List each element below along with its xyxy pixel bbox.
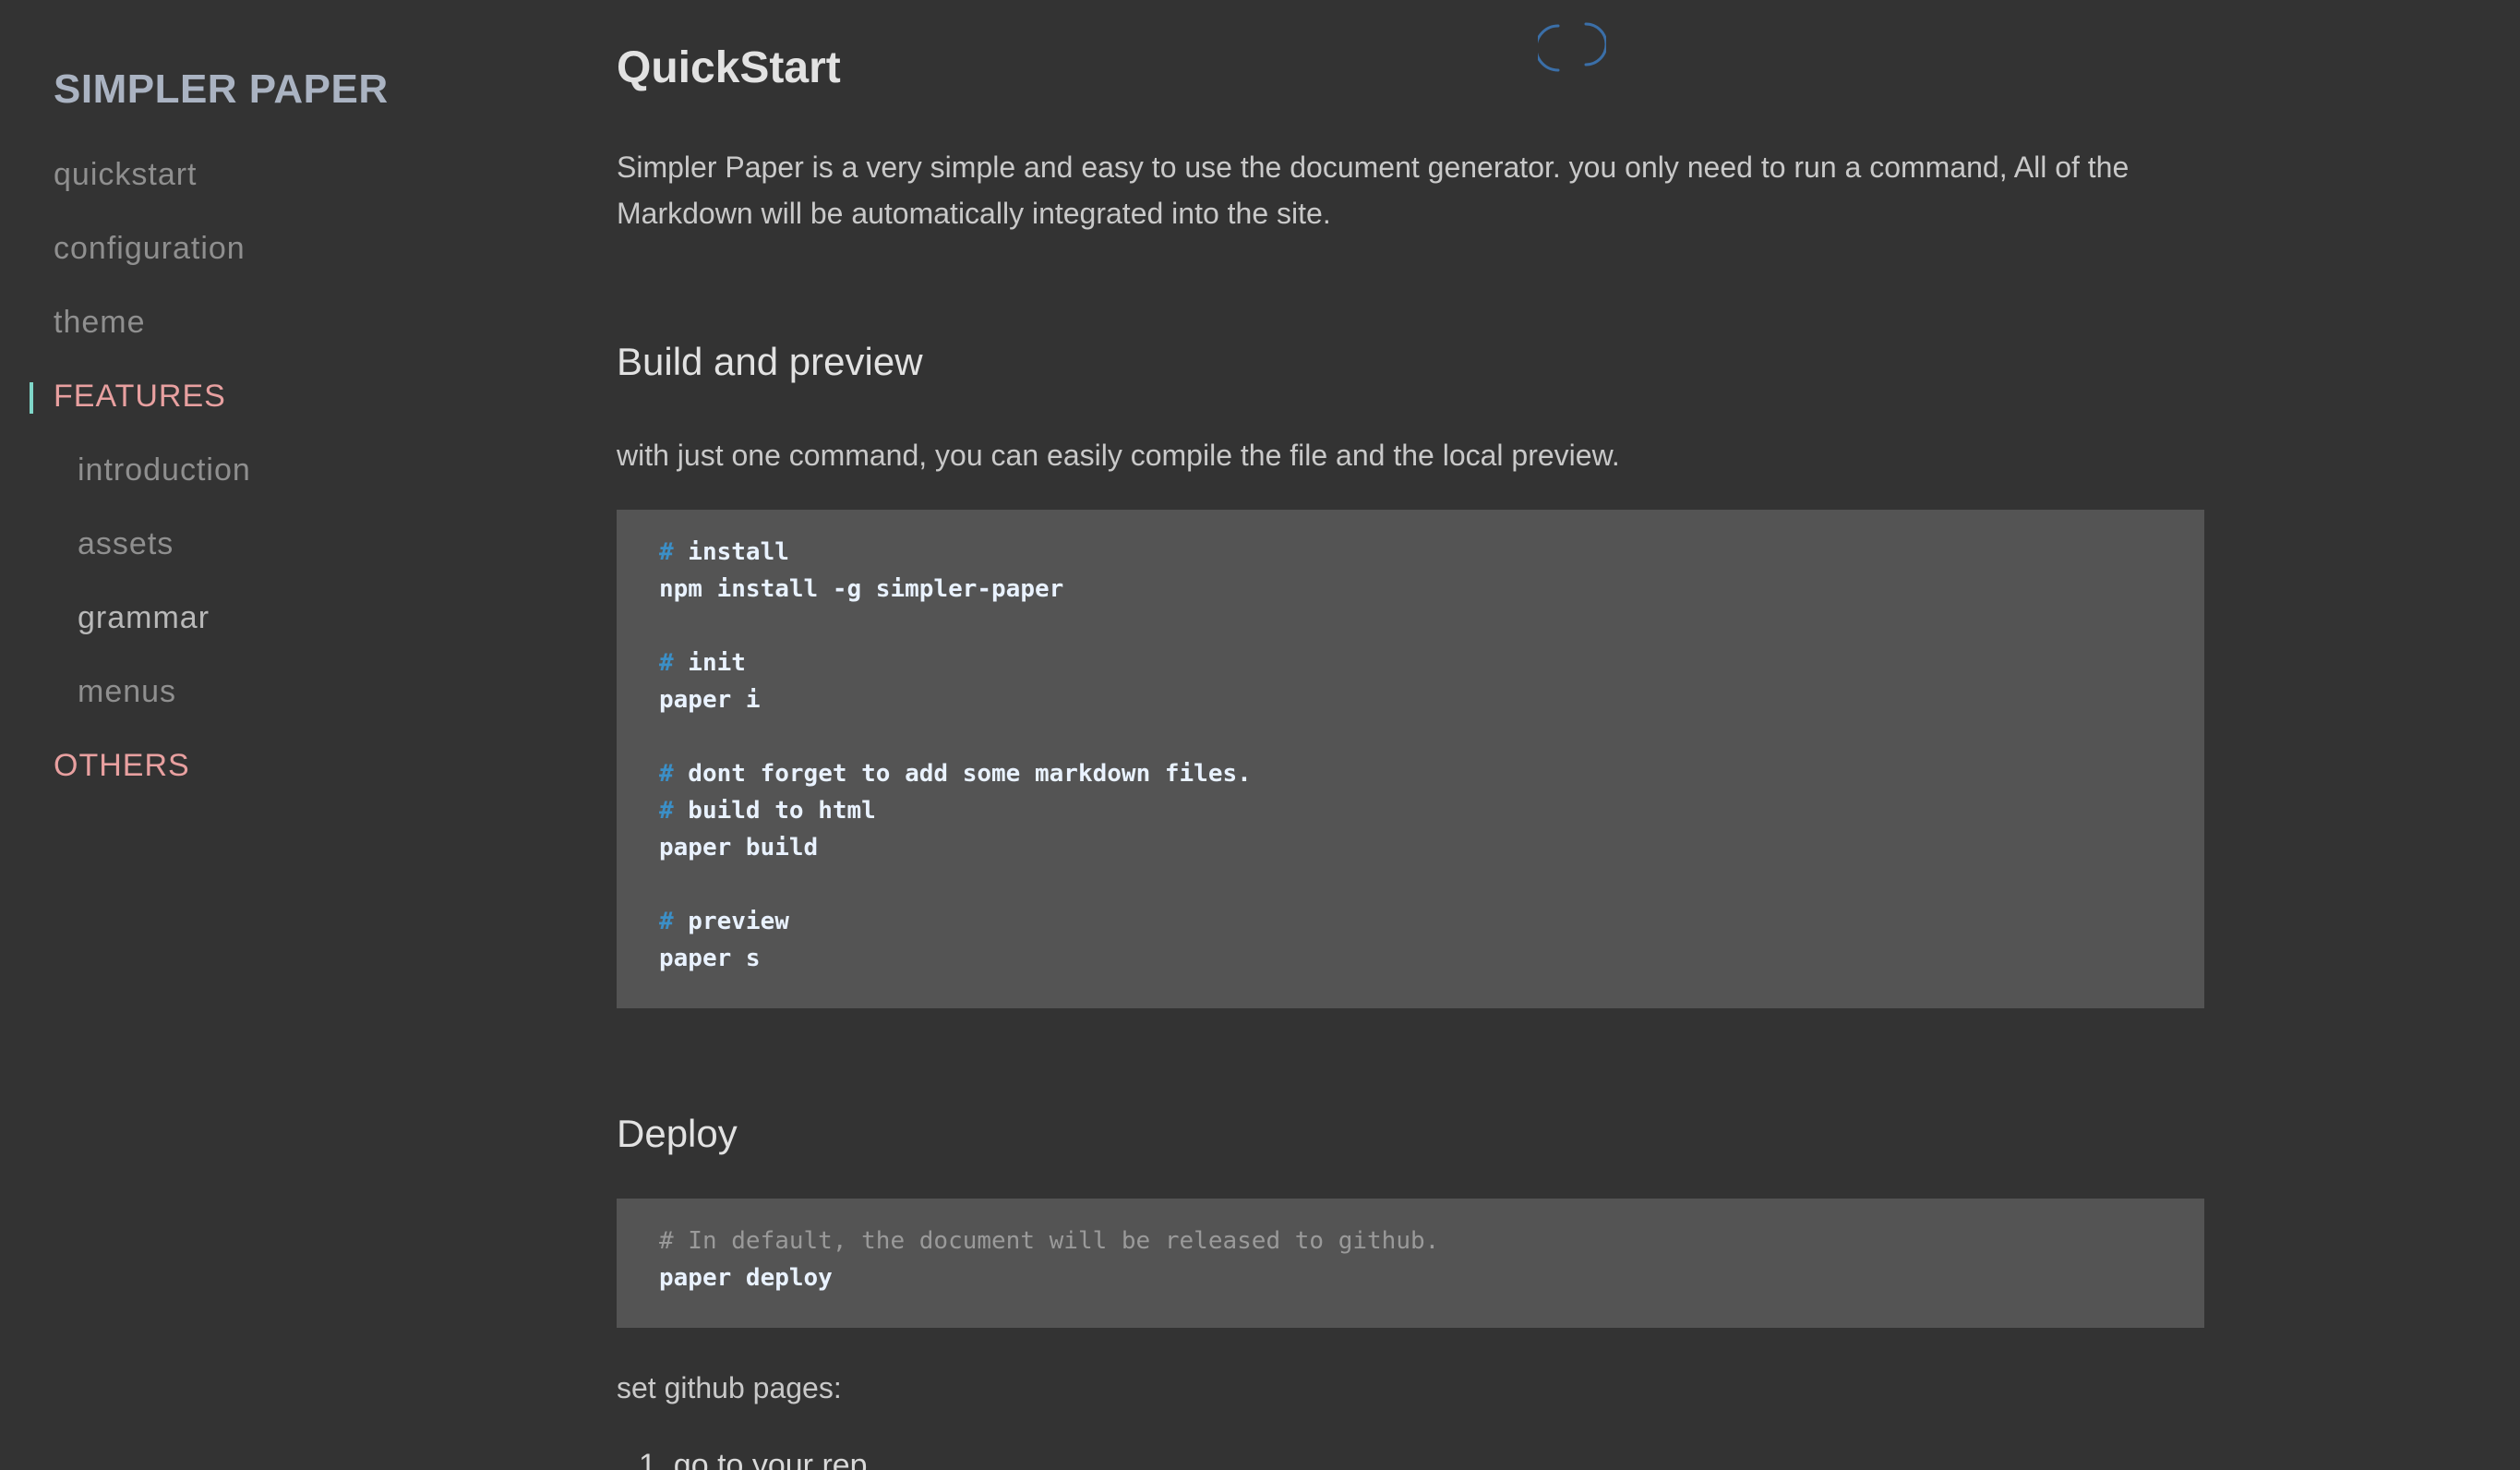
code-line: # install bbox=[659, 534, 2162, 571]
code-text: build to html bbox=[673, 797, 876, 825]
intro-paragraph: Simpler Paper is a very simple and easy … bbox=[617, 151, 2130, 230]
site-title[interactable]: SIMPLER PAPER bbox=[54, 66, 389, 113]
loading-spinner-icon bbox=[1534, 18, 1608, 78]
sidebar-item-introduction[interactable]: introduction bbox=[78, 452, 251, 488]
code-line: # init bbox=[659, 645, 2162, 681]
code-comment-marker: # bbox=[659, 760, 674, 788]
code-line: paper i bbox=[659, 686, 761, 714]
code-comment-marker: # bbox=[659, 538, 674, 566]
code-line: # build to html bbox=[659, 792, 2162, 829]
code-line: # preview bbox=[659, 903, 2162, 940]
code-text: preview bbox=[673, 908, 789, 935]
build-paragraph: with just one command, you can easily co… bbox=[617, 439, 1620, 472]
sidebar-section-features[interactable]: FEATURES bbox=[54, 379, 226, 415]
code-line: # dont forget to add some markdown files… bbox=[659, 755, 2162, 792]
code-text: install bbox=[673, 538, 789, 566]
list-item: 1. go to your rep bbox=[639, 1448, 868, 1470]
code-text: dont forget to add some markdown files. bbox=[673, 760, 1252, 788]
active-section-marker bbox=[30, 382, 33, 414]
code-text: init bbox=[673, 649, 746, 677]
sidebar-item-configuration[interactable]: configuration bbox=[54, 231, 246, 267]
page: SIMPLER PAPER quickstart configuration t… bbox=[0, 0, 2520, 1470]
sidebar-item-grammar[interactable]: grammar bbox=[78, 600, 210, 636]
code-block-build[interactable]: # install npm install -g simpler-paper #… bbox=[617, 510, 2204, 1008]
sidebar-item-assets[interactable]: assets bbox=[78, 526, 174, 562]
code-line-comment: # In default, the document will be relea… bbox=[659, 1227, 1440, 1255]
code-line: paper deploy bbox=[659, 1264, 833, 1292]
sidebar: SIMPLER PAPER quickstart configuration t… bbox=[0, 0, 554, 1470]
sidebar-section-others[interactable]: OTHERS bbox=[54, 748, 190, 784]
heading-deploy: Deploy bbox=[617, 1112, 738, 1155]
heading-build-and-preview: Build and preview bbox=[617, 340, 923, 383]
sidebar-item-theme[interactable]: theme bbox=[54, 305, 146, 341]
code-line: npm install -g simpler-paper bbox=[659, 575, 1064, 603]
sidebar-item-menus[interactable]: menus bbox=[78, 674, 176, 710]
code-comment-marker: # bbox=[659, 797, 674, 825]
code-line: paper build bbox=[659, 834, 819, 862]
page-title: QuickStart bbox=[617, 43, 841, 92]
code-comment-marker: # bbox=[659, 649, 674, 677]
code-block-deploy[interactable]: # In default, the document will be relea… bbox=[617, 1199, 2204, 1328]
deploy-paragraph: set github pages: bbox=[617, 1371, 842, 1404]
code-comment-marker: # bbox=[659, 908, 674, 935]
code-line: paper s bbox=[659, 945, 761, 972]
sidebar-item-quickstart[interactable]: quickstart bbox=[54, 157, 198, 193]
